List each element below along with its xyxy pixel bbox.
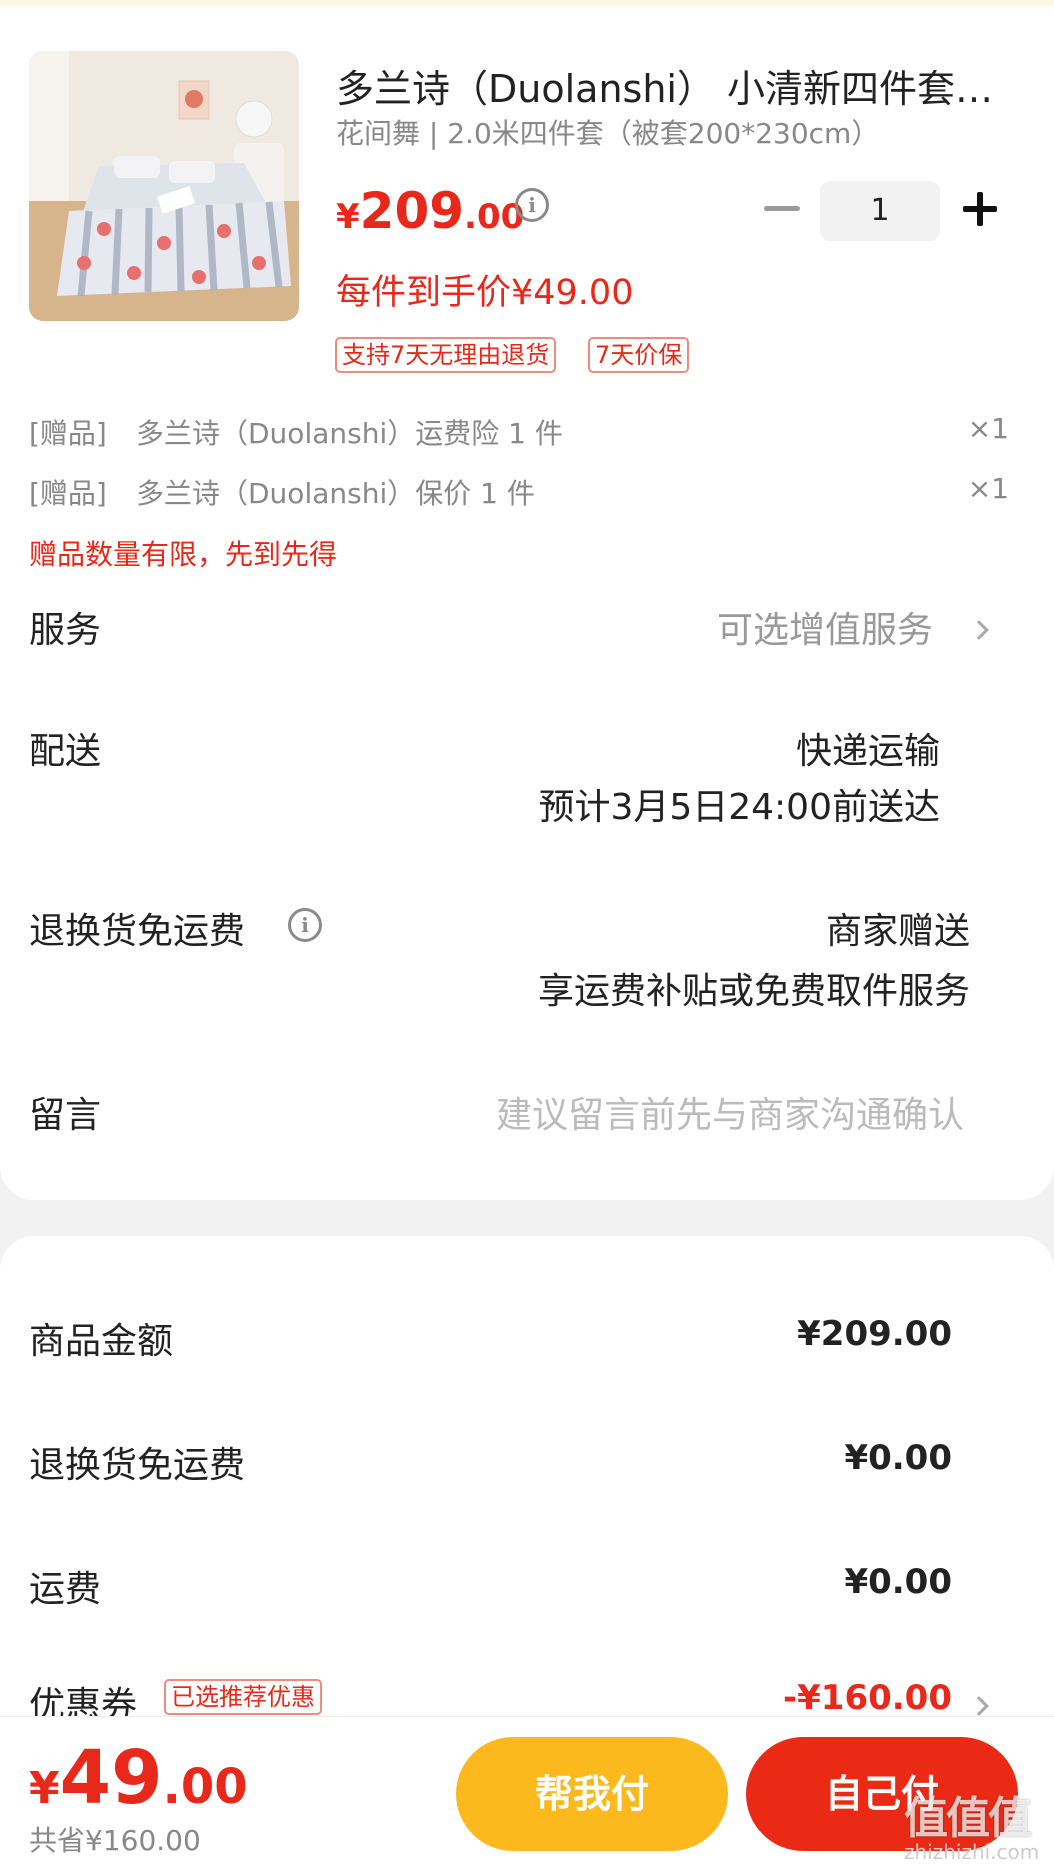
gift-row: [赠品] 多兰诗（Duolanshi）运费险 1 件 ×1 [29, 412, 1009, 452]
goods-amount-label: 商品金额 [29, 1321, 174, 1362]
price-currency: ¥ [336, 197, 360, 237]
gift-label: [赠品] [29, 477, 107, 510]
total-price: ¥49.00 [29, 1735, 248, 1821]
gift-row: [赠品] 多兰诗（Duolanshi）保价 1 件 ×1 [29, 472, 1009, 512]
quantity-input[interactable]: 1 [820, 181, 940, 241]
total-integer: 49 [59, 1735, 163, 1821]
gift-quantity: ×1 [967, 472, 1009, 505]
total-decimal: .00 [162, 1759, 248, 1815]
return-shipping-value: 商家赠送 [825, 911, 970, 952]
return-shipping-detail: 享运费补贴或免费取件服务 [537, 971, 970, 1012]
gift-label: [赠品] [29, 417, 107, 450]
chevron-right-icon[interactable] [969, 1696, 989, 1716]
minus-icon[interactable] [764, 206, 800, 211]
info-icon[interactable]: i [288, 908, 322, 942]
tag-price-protect: 7天价保 [588, 337, 690, 373]
gift-limited-note: 赠品数量有限，先到先得 [29, 538, 338, 571]
gift-name: 多兰诗（Duolanshi）保价 1 件 [136, 477, 535, 510]
return-fee-value: ¥0.00 [844, 1438, 952, 1478]
total-currency: ¥ [29, 1763, 60, 1814]
bedding-photo [29, 51, 299, 321]
goods-amount-value: ¥209.00 [797, 1314, 952, 1354]
service-label: 服务 [29, 610, 102, 651]
product-price: ¥209.00 [336, 182, 524, 240]
price-integer: 209 [359, 182, 465, 240]
tag-7day-return: 支持7天无理由退货 [335, 337, 557, 373]
shipping-fee-value: ¥0.00 [844, 1562, 952, 1602]
return-shipping-label: 退换货免运费 [29, 911, 246, 952]
delivery-method[interactable]: 快递运输 [796, 722, 940, 774]
plus-icon[interactable] [963, 192, 997, 226]
service-value[interactable]: 可选增值服务 [717, 601, 933, 653]
saved-amount: 共省¥160.00 [29, 1824, 201, 1857]
message-label: 留言 [29, 1095, 102, 1136]
coupon-value[interactable]: -¥160.00 [783, 1678, 952, 1718]
shipping-fee-label: 运费 [29, 1569, 102, 1610]
order-item-card: 多兰诗（Duolanshi） 小清新四件套… 花间舞 | 2.0米四件套（被套2… [0, 6, 1054, 1200]
watermark-url: zhizhizhi.com [904, 1840, 1040, 1864]
delivery-label: 配送 [29, 731, 102, 772]
info-icon[interactable]: i [515, 188, 549, 222]
product-image[interactable] [29, 51, 299, 321]
per-item-price: 每件到手价¥49.00 [336, 273, 634, 313]
watermark-text: 值值值 [904, 1793, 1032, 1844]
gift-quantity: ×1 [967, 412, 1009, 445]
delivery-eta: 预计3月5日24:00前送达 [538, 787, 940, 828]
amount-summary-card: 商品金额 ¥209.00 退换货免运费 ¥0.00 运费 ¥0.00 优惠券 已… [0, 1236, 1054, 1726]
checkout-bar: ¥49.00 共省¥160.00 帮我付 自己付 [0, 1716, 1054, 1866]
gift-name: 多兰诗（Duolanshi）运费险 1 件 [136, 417, 563, 450]
return-fee-label: 退换货免运费 [29, 1445, 246, 1486]
watermark-logo: 值值值 zhizhizhi.com [900, 1782, 1054, 1866]
coupon-tag: 已选推荐优惠 [164, 1679, 322, 1715]
help-me-pay-button[interactable]: 帮我付 [456, 1737, 728, 1851]
product-spec[interactable]: 花间舞 | 2.0米四件套（被套200*230cm） [336, 112, 879, 152]
chevron-right-icon[interactable] [969, 620, 989, 640]
message-input[interactable]: 建议留言前先与商家沟通确认 [496, 1086, 964, 1138]
product-title[interactable]: 多兰诗（Duolanshi） 小清新四件套… [336, 58, 1006, 113]
